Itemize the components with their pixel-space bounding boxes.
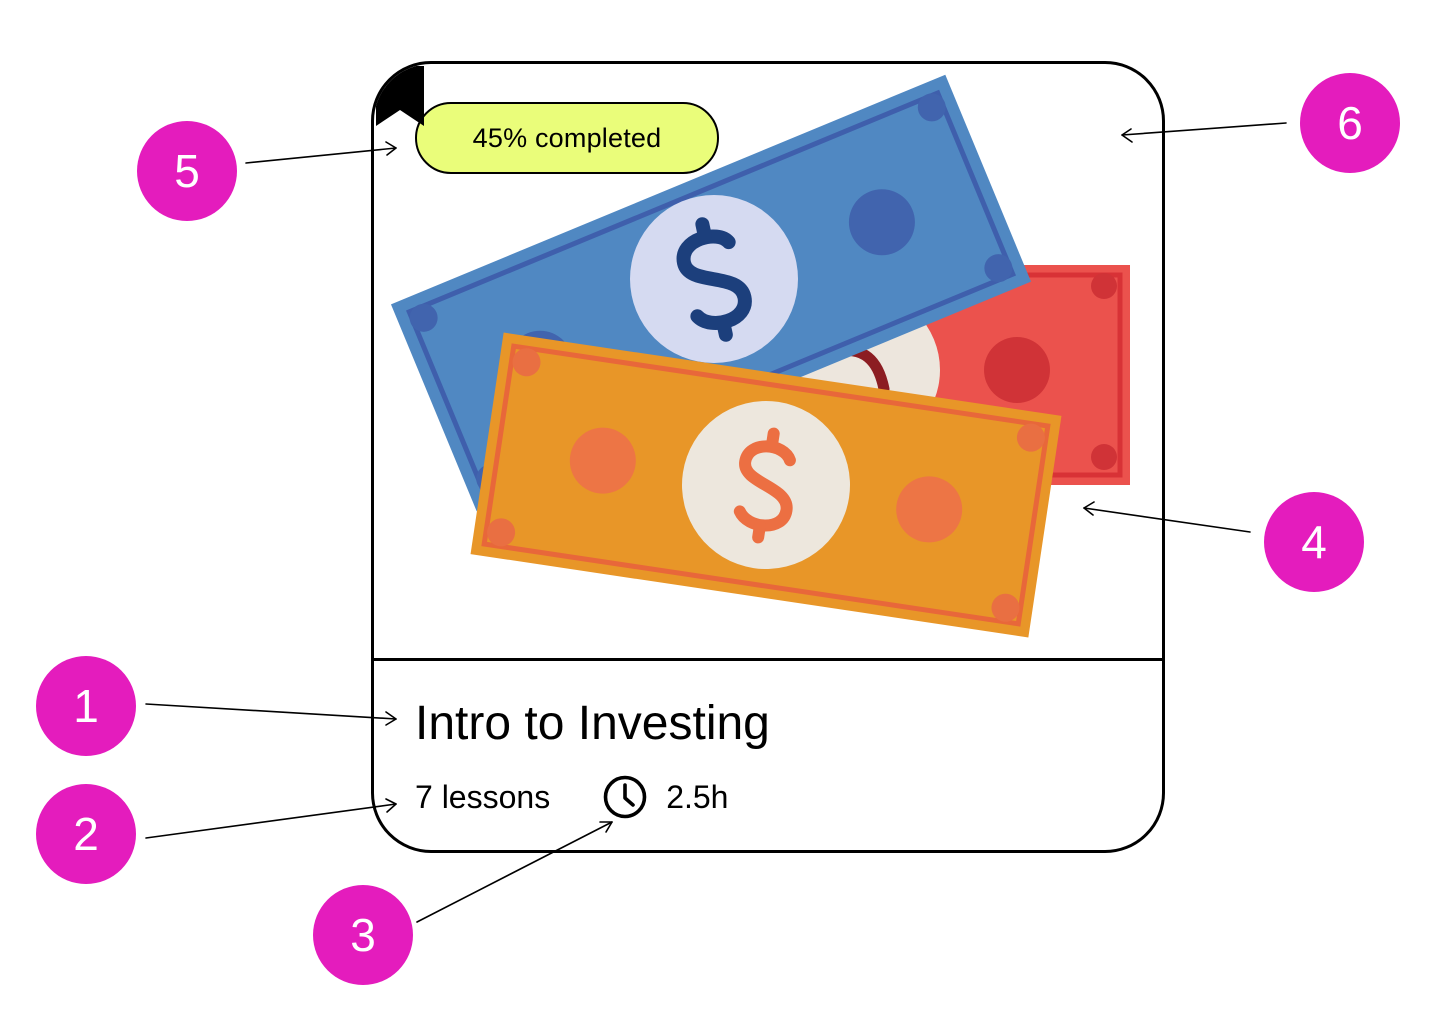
callout-4: 4 (1264, 492, 1364, 592)
callout-1: 1 (36, 656, 136, 756)
callout-6: 6 (1300, 73, 1400, 173)
callout-3: 3 (313, 885, 413, 985)
callout-5: 5 (137, 121, 237, 221)
callout-2: 2 (36, 784, 136, 884)
